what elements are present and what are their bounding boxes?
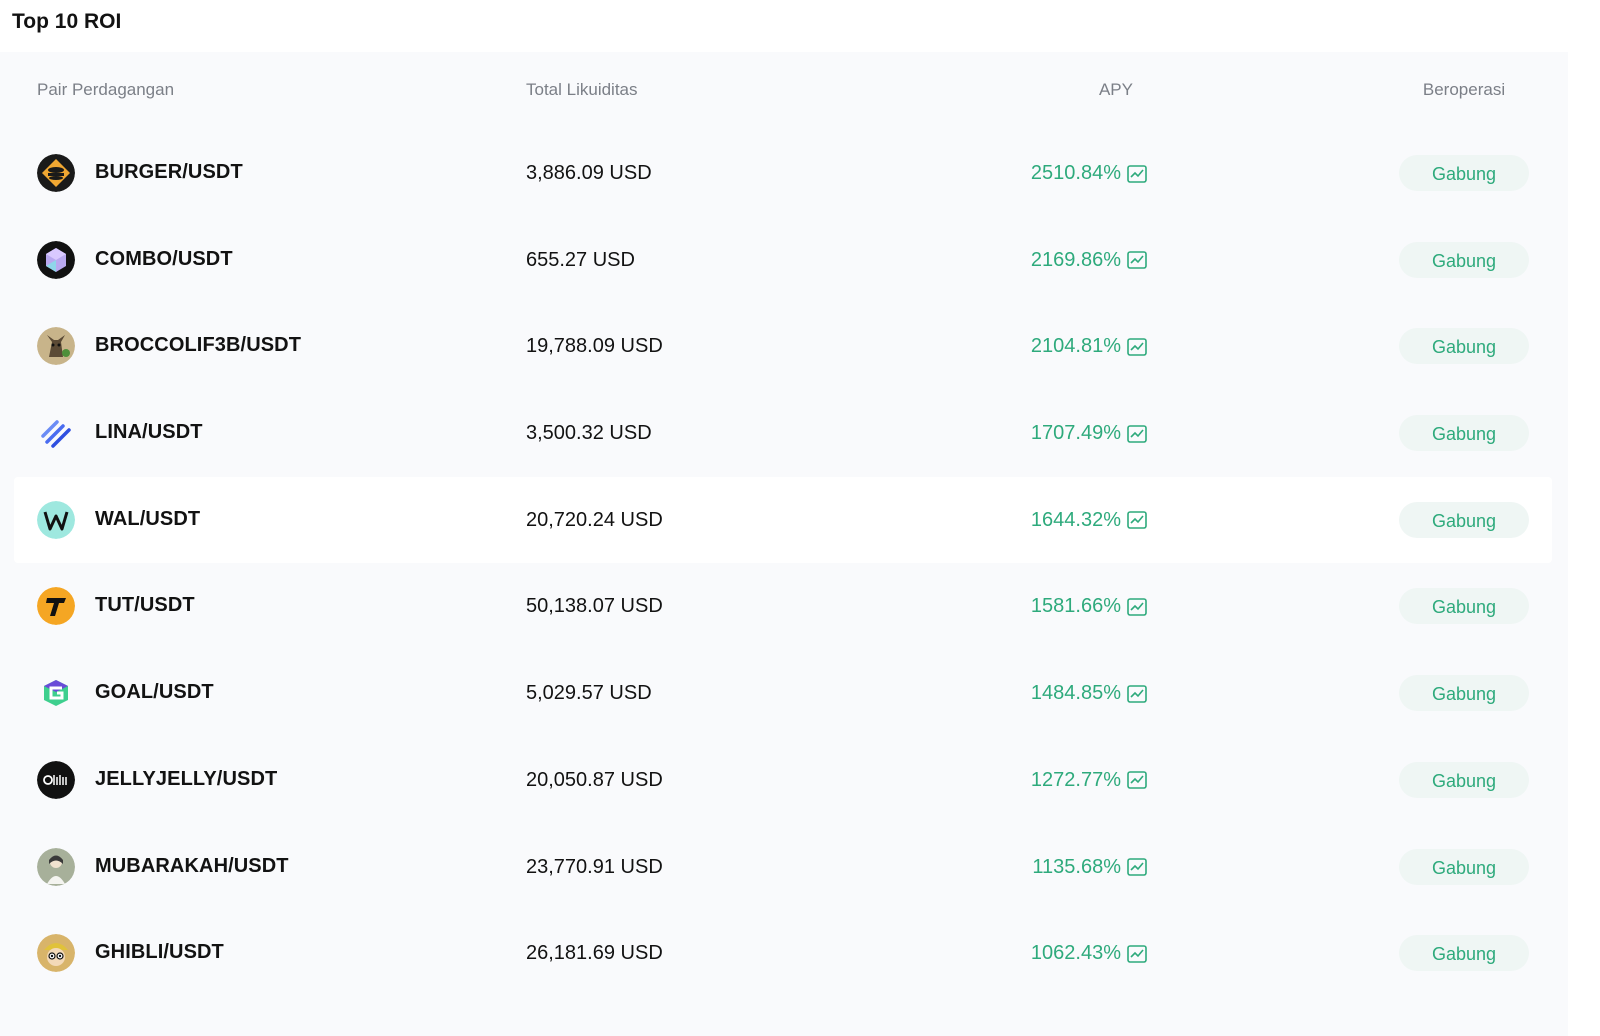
apy-percent: 1484.85% (1030, 682, 1121, 705)
table-row[interactable]: WAL/USDT 20,720.24 USD 1644.32% Gabung (14, 476, 1552, 564)
combo-coin-icon (37, 240, 75, 279)
table-header: Pair Perdagangan Total Likuiditas APY Be… (0, 52, 1568, 132)
roi-table: Pair Perdagangan Total Likuiditas APY Be… (0, 52, 1568, 1036)
total-liquidity: 23,770.91 USD (526, 855, 663, 878)
pair-name: LINA/USDT (95, 421, 203, 444)
table-row[interactable]: BURGER/USDT 3,886.09 USD 2510.84% Gabung (14, 130, 1552, 217)
chart-icon[interactable] (1127, 164, 1147, 183)
header-operation: Beroperasi (1422, 80, 1506, 99)
join-button[interactable]: Gabung (1399, 415, 1529, 452)
table-row[interactable]: MUBARAKAH/USDT 23,770.91 USD 1135.68% Ga… (14, 824, 1552, 911)
tut-coin-icon (37, 587, 75, 626)
total-liquidity: 3,886.09 USD (526, 162, 652, 184)
apy-percent: 1062.43% (1030, 942, 1121, 965)
page-title: Top 10 ROI (12, 10, 122, 33)
total-liquidity: 5,029.57 USD (526, 682, 652, 705)
table-row[interactable]: BROCCOLIF3B/USDT 19,788.09 USD 2104.81% … (14, 303, 1552, 390)
join-button[interactable]: Gabung (1399, 155, 1529, 191)
chart-icon[interactable] (1127, 944, 1147, 963)
pair-name: BROCCOLIF3B/USDT (95, 334, 302, 357)
table-row[interactable]: GOAL/USDT 5,029.57 USD 1484.85% Gabung (14, 650, 1552, 737)
pair-name: MUBARAKAH/USDT (95, 854, 289, 877)
chart-icon[interactable] (1127, 338, 1147, 356)
apy-percent: 2510.84% (1030, 162, 1121, 184)
chart-icon[interactable] (1127, 511, 1147, 530)
wal-coin-icon (37, 500, 75, 539)
chart-icon[interactable] (1127, 858, 1147, 876)
pair-name: JELLYJELLY/USDT (95, 767, 278, 790)
apy-value: 1644.32% (914, 509, 1147, 532)
join-button[interactable]: Gabung (1399, 588, 1529, 625)
total-liquidity: 20,720.24 USD (526, 508, 663, 531)
apy-value: 2169.86% (914, 249, 1147, 272)
apy-value: 2104.81% (914, 335, 1147, 358)
join-button[interactable]: Gabung (1399, 241, 1529, 278)
total-liquidity: 3,500.32 USD (526, 422, 652, 445)
apy-percent: 2169.86% (1030, 248, 1121, 271)
table-row[interactable]: GHIBLI/USDT 26,181.69 USD 1062.43% Gabun… (14, 910, 1552, 997)
pair-name: GOAL/USDT (95, 681, 214, 704)
header-liquidity: Total Likuiditas (526, 80, 638, 99)
total-liquidity: 26,181.69 USD (526, 942, 663, 965)
join-button[interactable]: Gabung (1399, 935, 1529, 972)
join-button[interactable]: Gabung (1399, 328, 1529, 365)
header-apy: APY (1098, 80, 1133, 99)
apy-percent: 1272.77% (1030, 768, 1121, 791)
chart-icon[interactable] (1127, 771, 1147, 790)
pair-name: BURGER/USDT (95, 161, 243, 183)
mubarakah-coin-icon (37, 847, 75, 886)
pair-name: TUT/USDT (95, 594, 195, 617)
join-button[interactable]: Gabung (1399, 761, 1529, 798)
table-row[interactable]: COMBO/USDT 655.27 USD 2169.86% Gabung (14, 217, 1552, 304)
apy-value: 1272.77% (914, 769, 1147, 792)
ghibli-coin-icon (37, 934, 75, 973)
chart-icon[interactable] (1127, 424, 1147, 443)
total-liquidity: 20,050.87 USD (526, 768, 663, 791)
apy-percent: 1581.66% (1030, 595, 1121, 618)
apy-percent: 1707.49% (1030, 422, 1121, 445)
table-row[interactable]: TUT/USDT 50,138.07 USD 1581.66% Gabung (14, 563, 1552, 650)
pair-name: WAL/USDT (95, 507, 201, 530)
apy-percent: 1644.32% (1030, 508, 1121, 531)
chart-icon[interactable] (1127, 598, 1147, 616)
pair-name: COMBO/USDT (95, 247, 233, 270)
apy-percent: 2104.81% (1030, 335, 1121, 358)
total-liquidity: 655.27 USD (526, 248, 635, 271)
join-button[interactable]: Gabung (1399, 501, 1529, 538)
apy-value: 2510.84% (914, 162, 1147, 185)
pair-name: GHIBLI/USDT (95, 941, 224, 964)
header-pair: Pair Perdagangan (37, 80, 175, 99)
apy-value: 1135.68% (914, 856, 1147, 879)
apy-percent: 1135.68% (1032, 855, 1121, 878)
apy-value: 1062.43% (914, 942, 1147, 965)
apy-value: 1581.66% (914, 595, 1147, 618)
total-liquidity: 19,788.09 USD (526, 335, 663, 358)
burger-coin-icon (37, 154, 75, 192)
table-row[interactable]: JELLYJELLY/USDT 20,050.87 USD 1272.77% G… (14, 737, 1552, 824)
table-body: BURGER/USDT 3,886.09 USD 2510.84% Gabung (0, 130, 1568, 997)
broccoli-dog-coin-icon (37, 327, 75, 366)
total-liquidity: 50,138.07 USD (526, 595, 663, 618)
chart-icon[interactable] (1127, 684, 1147, 703)
join-button[interactable]: Gabung (1399, 848, 1529, 885)
jelly-coin-icon (37, 760, 75, 799)
table-row[interactable]: LINA/USDT 3,500.32 USD 1707.49% Gabung (14, 390, 1552, 477)
chart-icon[interactable] (1127, 251, 1147, 269)
join-button[interactable]: Gabung (1399, 675, 1529, 712)
lina-coin-icon (37, 414, 75, 452)
apy-value: 1484.85% (914, 682, 1147, 705)
apy-value: 1707.49% (914, 422, 1147, 445)
goal-coin-icon (37, 674, 75, 712)
